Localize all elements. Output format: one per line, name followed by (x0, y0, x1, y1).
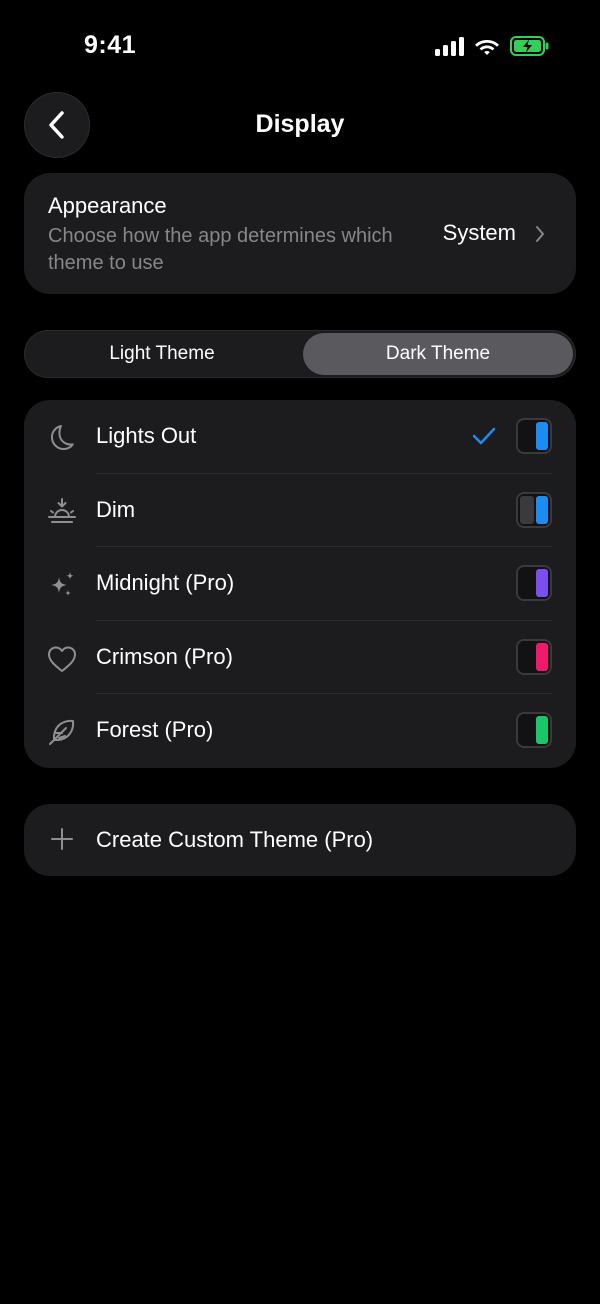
theme-label: Forest (Pro) (96, 717, 214, 743)
theme-swatch (516, 638, 552, 675)
heart-icon (46, 643, 78, 675)
create-custom-theme-label: Create Custom Theme (Pro) (96, 827, 374, 852)
tab-light-theme[interactable]: Light Theme (27, 333, 297, 375)
wifi-icon (474, 36, 500, 56)
theme-label: Crimson (Pro) (96, 643, 233, 669)
sunset-icon (46, 496, 78, 528)
status-icons (435, 36, 550, 56)
checkmark-icon (472, 427, 496, 445)
appearance-row[interactable]: Appearance Choose how the app determines… (24, 173, 576, 294)
theme-swatch (516, 418, 552, 454)
theme-list: Lights Out Dim Midnight (Pro) Crimson (P… (24, 400, 576, 768)
theme-swatch (516, 712, 552, 749)
cellular-signal-icon (435, 36, 464, 56)
appearance-value: System (442, 220, 516, 245)
theme-row-dim[interactable]: Dim (24, 474, 576, 548)
theme-swatch (516, 565, 552, 602)
theme-row-forest[interactable]: Forest (Pro) (24, 694, 576, 768)
theme-label: Dim (96, 496, 136, 522)
theme-label: Lights Out (96, 423, 197, 448)
theme-swatch (516, 491, 552, 528)
page-title: Display (255, 110, 345, 138)
sparkles-icon (46, 569, 78, 601)
chevron-right-icon (536, 226, 544, 242)
theme-label: Midnight (Pro) (96, 570, 235, 596)
tab-dark-theme[interactable]: Dark Theme (303, 333, 573, 375)
appearance-description: Choose how the app determines which them… (48, 225, 393, 274)
theme-row-midnight[interactable]: Midnight (Pro) (24, 547, 576, 621)
appearance-title: Appearance (48, 193, 167, 218)
theme-segmented-control: Light Theme Dark Theme (24, 330, 576, 378)
status-time: 9:41 (84, 31, 137, 59)
theme-row-lights-out[interactable]: Lights Out (24, 400, 576, 474)
status-bar: 9:41 (0, 0, 600, 96)
feather-icon (46, 716, 78, 748)
battery-charging-icon (510, 36, 550, 56)
moon-icon (46, 422, 78, 454)
plus-icon (51, 828, 73, 850)
theme-row-crimson[interactable]: Crimson (Pro) (24, 621, 576, 695)
create-custom-theme-button[interactable]: Create Custom Theme (Pro) (24, 804, 576, 876)
